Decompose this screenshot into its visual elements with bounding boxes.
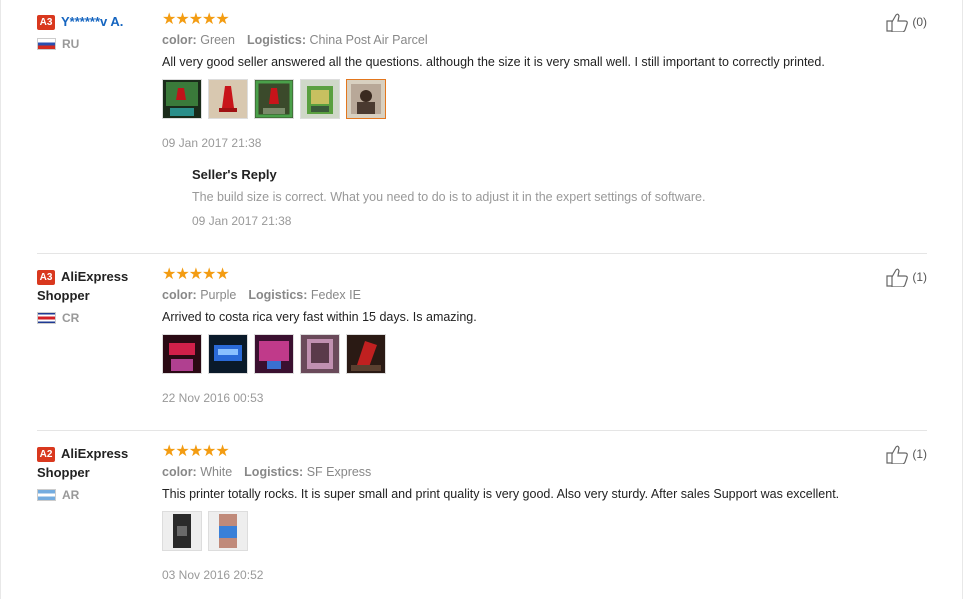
logistics-label: Logistics: [248,288,308,302]
reviewer-info: A3 Y******v A. RU [37,12,157,51]
seller-reply: Seller's Reply The build size is correct… [192,167,922,228]
review-body: ★★★★★ color: White Logistics: SF Express … [162,444,922,582]
reviewer-country: RU [37,37,157,51]
seller-reply-title: Seller's Reply [192,167,277,182]
color-value: Green [200,33,235,47]
helpful-button[interactable]: (1) [886,267,927,287]
review-date: 09 Jan 2017 21:38 [162,136,262,150]
review-text: All very good seller answered all the qu… [162,55,825,69]
photo-gallery [162,79,922,119]
review-text: Arrived to costa rica very fast within 1… [162,310,477,324]
review-photo-thumbnail[interactable] [346,334,386,374]
review-text: This printer totally rocks. It is super … [162,487,840,501]
photo-gallery [162,334,922,374]
country-code: AR [62,488,80,502]
color-label: color: [162,288,197,302]
feedback-list: A3 Y******v A. RU ★★★★★ color: Green Logis… [0,0,963,599]
review-item: A3 AliExpress Shopper CR ★★★★★ color: Pur… [37,267,927,431]
reviewer-name: A2 AliExpress Shopper [37,444,157,482]
helpful-count: (1) [912,270,927,284]
star-rating: ★★★★★ [162,443,230,460]
order-info: color: White Logistics: SF Express [162,465,922,479]
reviewer-country: CR [37,311,157,325]
logistics-value: SF Express [306,465,372,479]
star-rating: ★★★★★ [162,11,230,28]
order-info: color: Purple Logistics: Fedex IE [162,288,922,302]
seller-reply-text: The build size is correct. What you need… [192,190,706,204]
review-photo-thumbnail[interactable] [162,511,202,551]
country-code: CR [62,311,80,325]
star-rating: ★★★★★ [162,266,230,283]
review-photo-thumbnail[interactable] [208,334,248,374]
review-photo-thumbnail[interactable] [254,334,294,374]
logistics-value: China Post Air Parcel [309,33,428,47]
review-photo-thumbnail[interactable] [162,79,202,119]
level-badge: A2 [37,447,55,462]
logistics-value: Fedex IE [310,288,361,302]
color-label: color: [162,33,197,47]
seller-reply-date: 09 Jan 2017 21:38 [192,214,292,228]
color-label: color: [162,465,197,479]
review-item: A2 AliExpress Shopper AR ★★★★★ color: Whi… [37,444,927,599]
thumbs-up-icon[interactable] [886,444,910,464]
level-badge: A3 [37,15,55,30]
level-badge: A3 [37,270,55,285]
review-photo-thumbnail[interactable] [254,79,294,119]
reviewer-country: AR [37,488,157,502]
review-photo-thumbnail[interactable] [162,334,202,374]
review-photo-thumbnail-selected[interactable] [346,79,386,119]
helpful-count: (0) [912,15,927,29]
review-date: 22 Nov 2016 00:53 [162,391,264,405]
order-info: color: Green Logistics: China Post Air Pa… [162,33,922,47]
logistics-label: Logistics: [244,465,304,479]
helpful-button[interactable]: (1) [886,444,927,464]
color-value: White [200,465,233,479]
helpful-button[interactable]: (0) [886,12,927,32]
review-body: ★★★★★ color: Green Logistics: China Post … [162,12,922,228]
review-photo-thumbnail[interactable] [208,79,248,119]
review-photo-thumbnail[interactable] [300,334,340,374]
review-item: A3 Y******v A. RU ★★★★★ color: Green Logis… [37,12,927,254]
review-date: 03 Nov 2016 20:52 [162,568,264,582]
review-photo-thumbnail[interactable] [208,511,248,551]
photo-gallery [162,511,922,551]
reviewer-info: A3 AliExpress Shopper CR [37,267,157,325]
reviewer-info: A2 AliExpress Shopper AR [37,444,157,502]
logistics-label: Logistics: [246,33,307,47]
thumbs-up-icon[interactable] [886,267,910,287]
helpful-count: (1) [912,447,927,461]
thumbs-up-icon[interactable] [886,12,910,32]
color-value: Purple [200,288,237,302]
country-code: RU [62,37,80,51]
russia-flag-icon [37,38,56,50]
costa-rica-flag-icon [37,312,56,324]
review-photo-thumbnail[interactable] [300,79,340,119]
reviewer-name: A3 AliExpress Shopper [37,267,157,305]
argentina-flag-icon [37,489,56,501]
review-body: ★★★★★ color: Purple Logistics: Fedex IE A… [162,267,922,405]
reviewer-name[interactable]: A3 Y******v A. [37,12,157,31]
reviewer-name-text[interactable]: Y******v A. [61,14,123,29]
